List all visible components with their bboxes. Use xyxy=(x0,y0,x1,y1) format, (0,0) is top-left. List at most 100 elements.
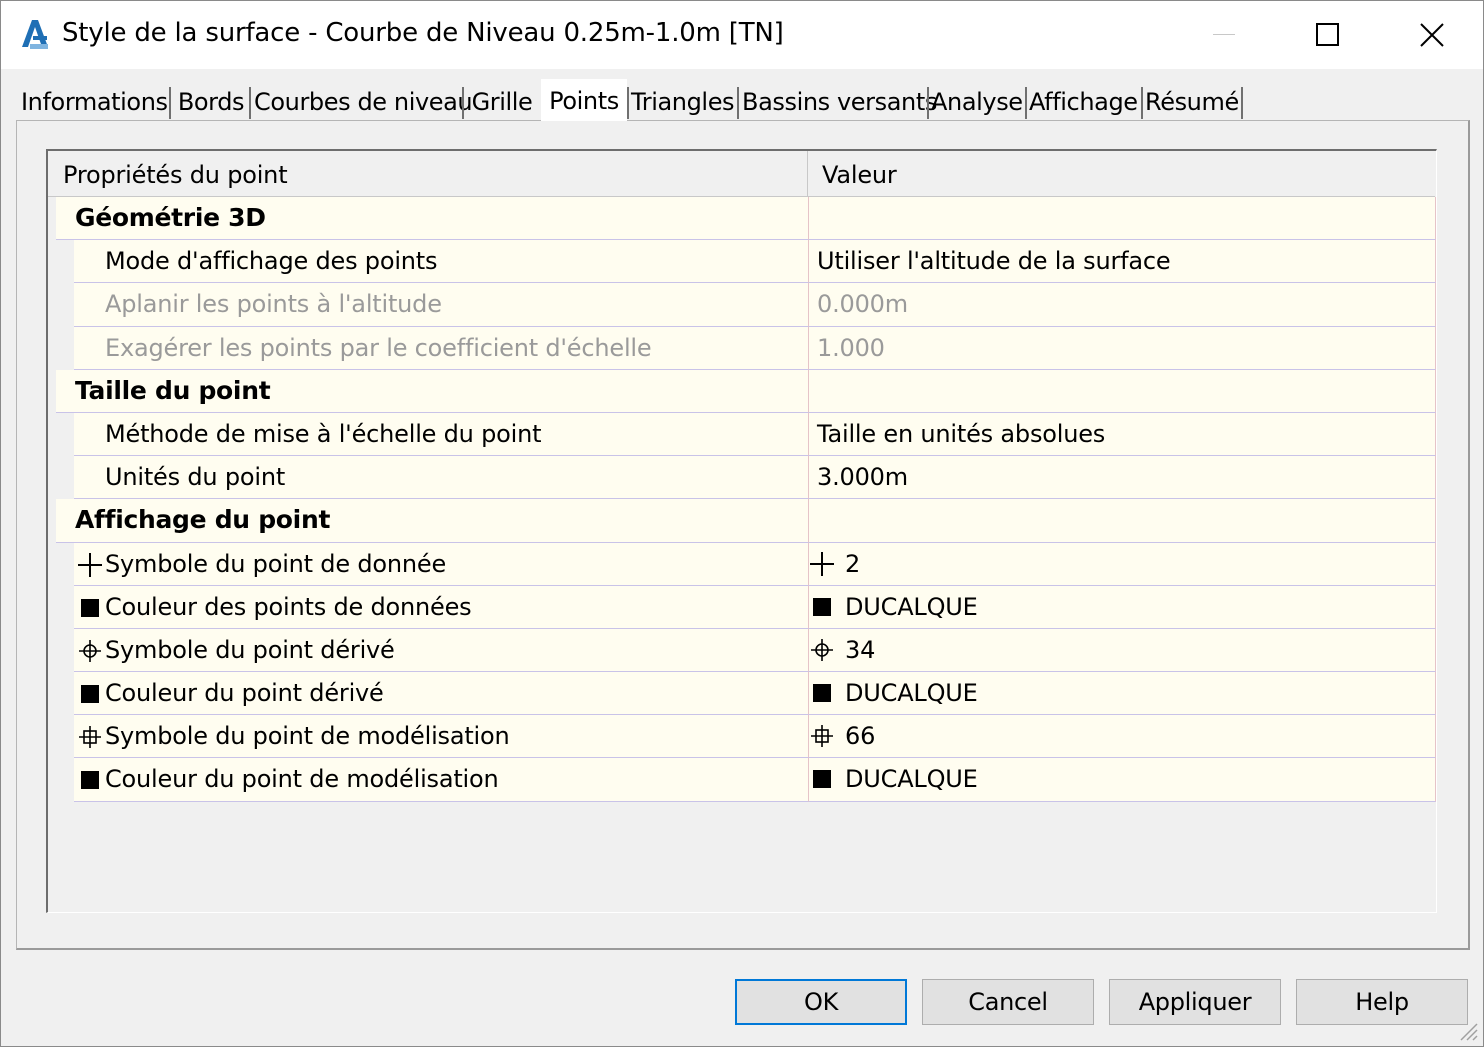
group-row-size[interactable]: Taille du point xyxy=(48,369,1437,413)
tab-bords[interactable]: Bords xyxy=(173,83,249,121)
property-value: 66 xyxy=(845,722,876,751)
property-value: 1.000 xyxy=(817,333,885,362)
color-swatch-icon xyxy=(77,595,103,621)
group-value-cell xyxy=(808,369,1436,413)
minimize-icon xyxy=(1213,34,1235,35)
property-row: Aplanir les points à l'altitude 0.000m xyxy=(48,283,1437,327)
close-button[interactable] xyxy=(1380,1,1484,69)
property-value-cell[interactable]: 34 xyxy=(808,628,1436,673)
property-name-cell: Couleur du point de modélisation xyxy=(74,758,808,802)
property-value-cell[interactable]: 2 xyxy=(808,542,1436,586)
tab-grille[interactable]: Grille xyxy=(467,83,537,121)
property-name-cell: Symbole du point de donnée xyxy=(74,542,808,586)
tab-triangles[interactable]: Triangles xyxy=(631,83,735,121)
property-name-cell: Symbole du point de modélisation xyxy=(74,715,808,759)
property-label: Couleur du point dérivé xyxy=(105,679,384,708)
group-label-geometry: Géométrie 3D xyxy=(75,203,266,232)
help-button[interactable]: Help xyxy=(1296,979,1468,1025)
tab-separator xyxy=(169,87,171,119)
resize-grip-icon[interactable] xyxy=(1455,1018,1479,1042)
group-row-geometry[interactable]: Géométrie 3D xyxy=(48,197,1437,241)
property-grid: Propriétés du point Valeur Géométrie 3D … xyxy=(46,149,1437,913)
property-value-cell[interactable]: 66 xyxy=(808,715,1436,759)
property-name-cell: Exagérer les points par le coefficient d… xyxy=(74,326,808,370)
tab-separator xyxy=(1025,87,1027,119)
cancel-button[interactable]: Cancel xyxy=(922,979,1094,1025)
tab-resume[interactable]: Résumé xyxy=(1145,83,1239,121)
property-row[interactable]: Symbole du point dérivé 34 xyxy=(48,628,1437,673)
property-row[interactable]: Couleur du point dérivé DUCALQUE xyxy=(48,672,1437,716)
property-name-cell: Mode d'affichage des points xyxy=(74,240,808,284)
tab-separator xyxy=(627,87,629,119)
window-title: Style de la surface - Courbe de Niveau 0… xyxy=(62,18,784,48)
property-value: 2 xyxy=(845,549,861,578)
property-name-cell: Unités du point xyxy=(74,456,808,500)
minimize-button[interactable] xyxy=(1172,1,1276,69)
group-value-cell xyxy=(808,197,1436,241)
column-header-value[interactable]: Valeur xyxy=(822,151,897,197)
property-row[interactable]: Symbole du point de donnée 2 xyxy=(48,542,1437,586)
property-label: Mode d'affichage des points xyxy=(105,247,438,276)
property-row[interactable]: Unités du point 3.000m xyxy=(48,456,1437,500)
property-label: Exagérer les points par le coefficient d… xyxy=(105,333,652,362)
color-swatch-icon xyxy=(809,766,835,792)
property-value: 34 xyxy=(845,635,876,664)
property-label: Méthode de mise à l'échelle du point xyxy=(105,419,542,448)
tab-informations[interactable]: Informations xyxy=(21,83,168,121)
title-bar[interactable]: Style de la surface - Courbe de Niveau 0… xyxy=(1,1,1483,69)
color-swatch-icon xyxy=(77,767,103,793)
tab-strip: Informations Bords Courbes de niveau Gri… xyxy=(17,79,1477,121)
property-name-cell: Méthode de mise à l'échelle du point xyxy=(74,412,808,457)
style-dialog: Style de la surface - Courbe de Niveau 0… xyxy=(0,0,1484,1047)
property-name-cell: Symbole du point dérivé xyxy=(74,628,808,673)
color-swatch-icon xyxy=(77,681,103,707)
group-row-display[interactable]: Affichage du point xyxy=(48,499,1437,543)
property-value: DUCALQUE xyxy=(845,765,978,794)
tab-courbes-de-niveau[interactable]: Courbes de niveau xyxy=(254,83,473,121)
property-value-cell: 1.000 xyxy=(808,326,1436,370)
property-name-cell: Aplanir les points à l'altitude xyxy=(74,283,808,327)
property-value-cell[interactable]: DUCALQUE xyxy=(808,585,1436,629)
maximize-button[interactable] xyxy=(1276,1,1380,69)
circle-cross-symbol-icon xyxy=(809,637,835,663)
column-header-property[interactable]: Propriétés du point xyxy=(63,151,288,197)
tab-bassins-versants[interactable]: Bassins versants xyxy=(742,83,937,121)
group-cell: Géométrie 3D xyxy=(56,197,808,241)
property-value-cell[interactable]: DUCALQUE xyxy=(808,758,1436,802)
property-row[interactable]: Couleur des points de données DUCALQUE xyxy=(48,585,1437,629)
property-row: Exagérer les points par le coefficient d… xyxy=(48,326,1437,370)
property-value: DUCALQUE xyxy=(845,679,978,708)
tab-separator xyxy=(927,87,929,119)
property-row[interactable]: Mode d'affichage des points Utiliser l'a… xyxy=(48,240,1437,284)
maximize-icon xyxy=(1316,23,1339,46)
property-label: Unités du point xyxy=(105,463,286,492)
property-value-cell: 0.000m xyxy=(808,283,1436,327)
column-divider[interactable] xyxy=(807,151,808,197)
circle-cross-symbol-icon xyxy=(77,638,103,664)
property-value-cell[interactable]: DUCALQUE xyxy=(808,672,1436,716)
tab-analyse[interactable]: Analyse xyxy=(931,83,1023,121)
property-label: Couleur des points de données xyxy=(105,592,472,621)
tab-affichage[interactable]: Affichage xyxy=(1029,83,1138,121)
apply-button[interactable]: Appliquer xyxy=(1109,979,1281,1025)
property-value-cell[interactable]: Utiliser l'altitude de la surface xyxy=(808,240,1436,284)
civil3d-app-icon xyxy=(22,20,48,49)
color-swatch-icon xyxy=(809,594,835,620)
property-value: Taille en unités absolues xyxy=(817,419,1106,448)
property-label: Symbole du point dérivé xyxy=(105,635,395,664)
property-value: 0.000m xyxy=(817,290,908,319)
property-label: Couleur du point de modélisation xyxy=(105,765,499,794)
property-value-cell[interactable]: Taille en unités absolues xyxy=(808,412,1436,457)
group-label-size: Taille du point xyxy=(75,375,271,405)
close-icon xyxy=(1420,23,1444,47)
tab-separator xyxy=(1241,87,1243,119)
property-row[interactable]: Couleur du point de modélisation DUCALQU… xyxy=(48,758,1437,802)
grid-rows: Géométrie 3D Mode d'affichage des points… xyxy=(48,197,1437,802)
property-value: DUCALQUE xyxy=(845,592,978,621)
ok-button[interactable]: OK xyxy=(735,979,907,1025)
tab-points[interactable]: Points xyxy=(541,79,627,121)
property-row[interactable]: Méthode de mise à l'échelle du point Tai… xyxy=(48,412,1437,457)
property-value-cell[interactable]: 3.000m xyxy=(808,456,1436,500)
square-cross-symbol-icon xyxy=(77,724,103,750)
property-row[interactable]: Symbole du point de modélisation 66 xyxy=(48,715,1437,759)
